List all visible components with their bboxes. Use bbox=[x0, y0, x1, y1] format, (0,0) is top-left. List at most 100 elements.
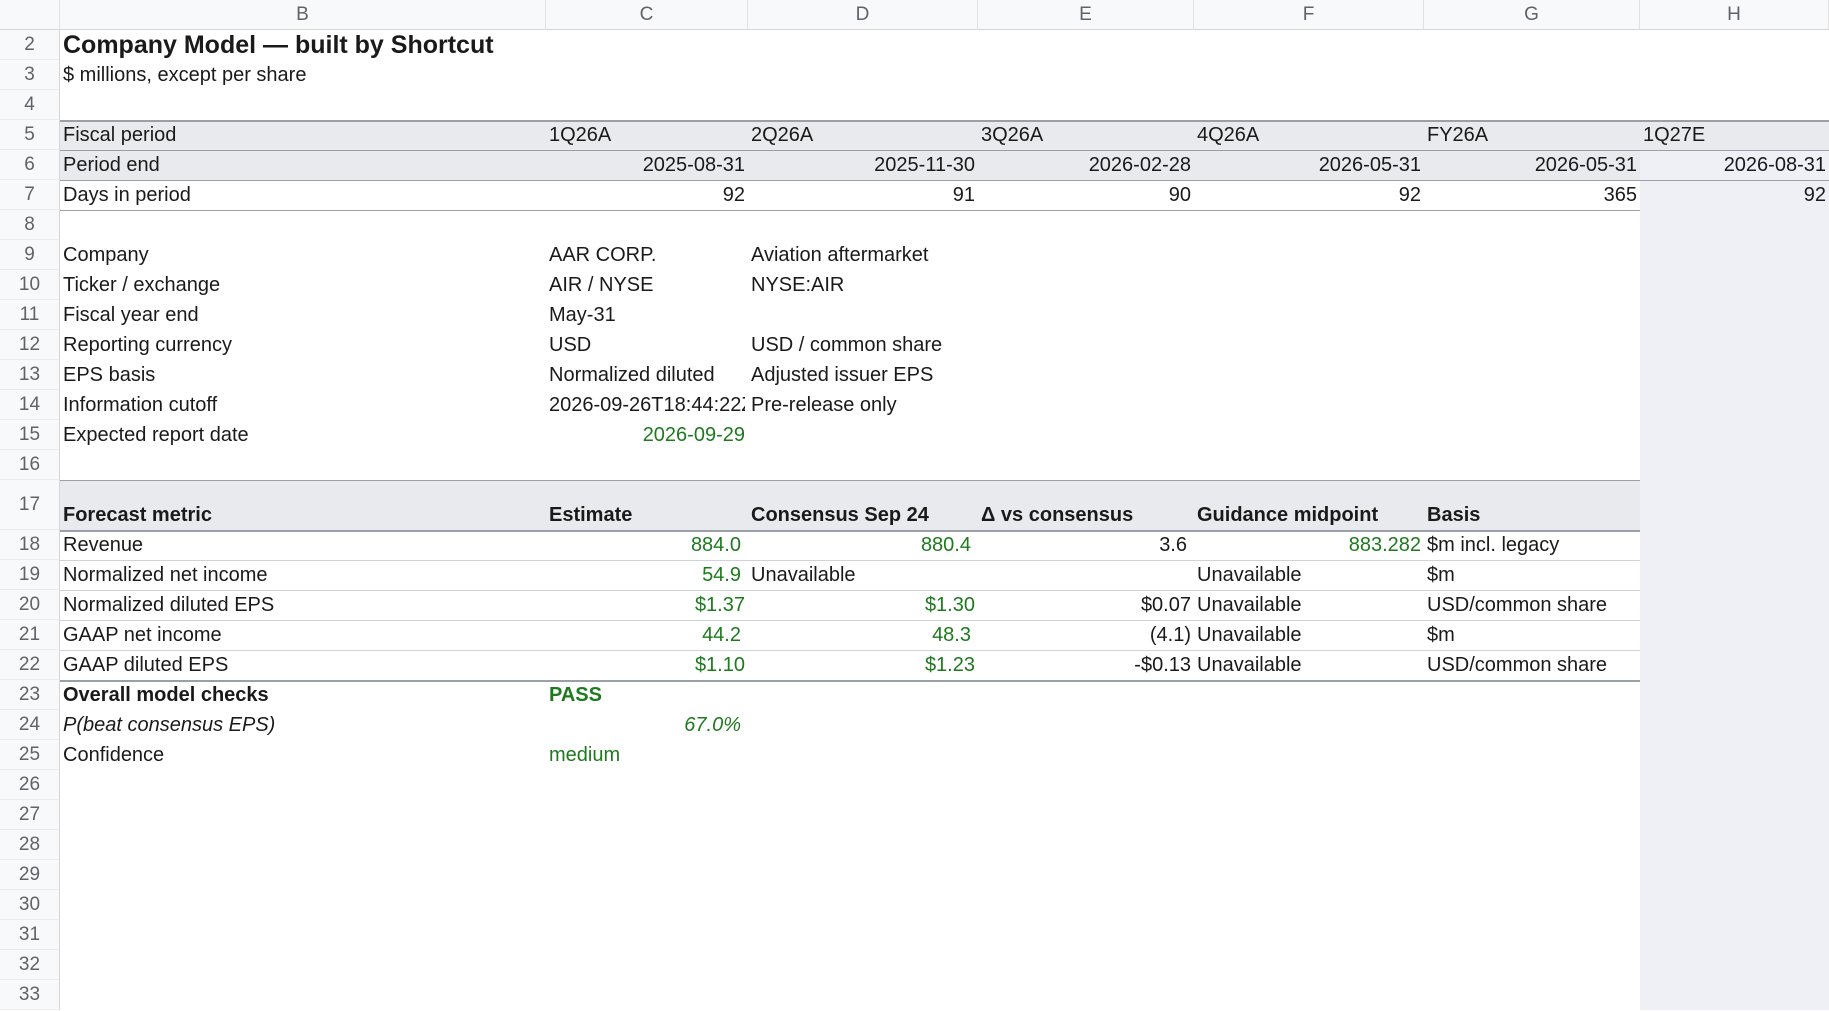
row-header-19[interactable]: 19 bbox=[0, 560, 60, 590]
forecast-consensus-3[interactable]: 48.3 bbox=[751, 620, 971, 650]
info-note-0[interactable]: Aviation aftermarket bbox=[751, 240, 1191, 270]
corner-cell[interactable] bbox=[0, 0, 60, 30]
row-header-13[interactable]: 13 bbox=[0, 360, 60, 390]
forecast-header-4[interactable]: Guidance midpoint bbox=[1197, 500, 1421, 530]
pbeat-value[interactable]: 67.0% bbox=[549, 710, 741, 740]
period-name-2[interactable]: 3Q26A bbox=[981, 120, 1191, 150]
row-header-4[interactable]: 4 bbox=[0, 90, 60, 120]
checks-value[interactable]: PASS bbox=[549, 680, 745, 710]
forecast-header-2[interactable]: Consensus Sep 24 bbox=[751, 500, 975, 530]
forecast-estimate-4[interactable]: $1.10 bbox=[549, 650, 745, 680]
info-value-3[interactable]: USD bbox=[549, 330, 745, 360]
forecast-metric-3[interactable]: GAAP net income bbox=[63, 620, 543, 650]
info-label-2[interactable]: Fiscal year end bbox=[63, 300, 543, 330]
period-end-5[interactable]: 2026-08-31 bbox=[1643, 150, 1826, 180]
row-header-27[interactable]: 27 bbox=[0, 800, 60, 830]
forecast-guidance-4[interactable]: Unavailable bbox=[1197, 650, 1421, 680]
forecast-guidance-0[interactable]: 883.282 bbox=[1197, 530, 1421, 560]
forecast-delta-1[interactable] bbox=[981, 560, 1191, 590]
info-value-1[interactable]: AIR / NYSE bbox=[549, 270, 745, 300]
checks-label[interactable]: Overall model checks bbox=[63, 680, 543, 710]
info-label-4[interactable]: EPS basis bbox=[63, 360, 543, 390]
forecast-basis-2[interactable]: USD/common share bbox=[1427, 590, 1826, 620]
period-name-4[interactable]: FY26A bbox=[1427, 120, 1637, 150]
forecast-delta-2[interactable]: $0.07 bbox=[981, 590, 1191, 620]
forecast-guidance-2[interactable]: Unavailable bbox=[1197, 590, 1421, 620]
column-header-h[interactable]: H bbox=[1640, 0, 1829, 30]
page-title[interactable]: Company Model — built by Shortcut bbox=[63, 30, 975, 60]
info-note-3[interactable]: USD / common share bbox=[751, 330, 1191, 360]
info-value-5[interactable]: 2026-09-26T18:44:22Z bbox=[549, 390, 745, 420]
info-label-0[interactable]: Company bbox=[63, 240, 543, 270]
forecast-guidance-1[interactable]: Unavailable bbox=[1197, 560, 1421, 590]
forecast-consensus-1[interactable]: Unavailable bbox=[751, 560, 971, 590]
info-note-1[interactable]: NYSE:AIR bbox=[751, 270, 1191, 300]
row-header-2[interactable]: 2 bbox=[0, 30, 60, 60]
row-header-11[interactable]: 11 bbox=[0, 300, 60, 330]
forecast-header-1[interactable]: Estimate bbox=[549, 500, 745, 530]
row-header-23[interactable]: 23 bbox=[0, 680, 60, 710]
row-header-16[interactable]: 16 bbox=[0, 450, 60, 480]
period-end-1[interactable]: 2025-11-30 bbox=[751, 150, 975, 180]
forecast-basis-1[interactable]: $m bbox=[1427, 560, 1826, 590]
period-end-3[interactable]: 2026-05-31 bbox=[1197, 150, 1421, 180]
forecast-basis-4[interactable]: USD/common share bbox=[1427, 650, 1826, 680]
forecast-estimate-1[interactable]: 54.9 bbox=[549, 560, 741, 590]
row-header-30[interactable]: 30 bbox=[0, 890, 60, 920]
forecast-estimate-2[interactable]: $1.37 bbox=[549, 590, 745, 620]
info-value-6[interactable]: 2026-09-29 bbox=[549, 420, 745, 450]
period-name-3[interactable]: 4Q26A bbox=[1197, 120, 1421, 150]
column-header-g[interactable]: G bbox=[1424, 0, 1640, 30]
forecast-basis-3[interactable]: $m bbox=[1427, 620, 1826, 650]
forecast-header-3[interactable]: Δ vs consensus bbox=[981, 500, 1191, 530]
row-header-15[interactable]: 15 bbox=[0, 420, 60, 450]
column-header-c[interactable]: C bbox=[546, 0, 748, 30]
row-header-24[interactable]: 24 bbox=[0, 710, 60, 740]
info-note-4[interactable]: Adjusted issuer EPS bbox=[751, 360, 1191, 390]
info-label-5[interactable]: Information cutoff bbox=[63, 390, 543, 420]
forecast-delta-0[interactable]: 3.6 bbox=[981, 530, 1187, 560]
row-header-12[interactable]: 12 bbox=[0, 330, 60, 360]
row-header-17[interactable]: 17 bbox=[0, 480, 60, 530]
forecast-estimate-3[interactable]: 44.2 bbox=[549, 620, 741, 650]
info-label-3[interactable]: Reporting currency bbox=[63, 330, 543, 360]
forecast-delta-3[interactable]: (4.1) bbox=[981, 620, 1191, 650]
column-header-b[interactable]: B bbox=[60, 0, 546, 30]
forecast-guidance-3[interactable]: Unavailable bbox=[1197, 620, 1421, 650]
pbeat-label[interactable]: P(beat consensus EPS) bbox=[63, 710, 543, 740]
row-header-21[interactable]: 21 bbox=[0, 620, 60, 650]
row-header-7[interactable]: 7 bbox=[0, 180, 60, 210]
info-value-4[interactable]: Normalized diluted bbox=[549, 360, 745, 390]
period-name-1[interactable]: 2Q26A bbox=[751, 120, 975, 150]
info-note-2[interactable] bbox=[751, 300, 1191, 330]
row-header-33[interactable]: 33 bbox=[0, 980, 60, 1010]
column-header-e[interactable]: E bbox=[978, 0, 1194, 30]
info-value-0[interactable]: AAR CORP. bbox=[549, 240, 745, 270]
forecast-consensus-4[interactable]: $1.23 bbox=[751, 650, 975, 680]
row-header-28[interactable]: 28 bbox=[0, 830, 60, 860]
forecast-basis-0[interactable]: $m incl. legacy bbox=[1427, 530, 1826, 560]
period-days-4[interactable]: 365 bbox=[1427, 180, 1637, 210]
info-label-1[interactable]: Ticker / exchange bbox=[63, 270, 543, 300]
row-header-6[interactable]: 6 bbox=[0, 150, 60, 180]
row-header-10[interactable]: 10 bbox=[0, 270, 60, 300]
confidence-label[interactable]: Confidence bbox=[63, 740, 543, 770]
info-value-2[interactable]: May-31 bbox=[549, 300, 745, 330]
period-days-5[interactable]: 92 bbox=[1643, 180, 1826, 210]
row-header-32[interactable]: 32 bbox=[0, 950, 60, 980]
forecast-metric-2[interactable]: Normalized diluted EPS bbox=[63, 590, 543, 620]
period-end-0[interactable]: 2025-08-31 bbox=[549, 150, 745, 180]
column-header-f[interactable]: F bbox=[1194, 0, 1424, 30]
row-header-26[interactable]: 26 bbox=[0, 770, 60, 800]
row-header-22[interactable]: 22 bbox=[0, 650, 60, 680]
period-end-4[interactable]: 2026-05-31 bbox=[1427, 150, 1637, 180]
row-header-25[interactable]: 25 bbox=[0, 740, 60, 770]
page-subtitle[interactable]: $ millions, except per share bbox=[63, 60, 975, 90]
info-note-5[interactable]: Pre-release only bbox=[751, 390, 1191, 420]
row-header-29[interactable]: 29 bbox=[0, 860, 60, 890]
row-header-8[interactable]: 8 bbox=[0, 210, 60, 240]
confidence-value[interactable]: medium bbox=[549, 740, 745, 770]
forecast-estimate-0[interactable]: 884.0 bbox=[549, 530, 741, 560]
period-end-2[interactable]: 2026-02-28 bbox=[981, 150, 1191, 180]
forecast-header-0[interactable]: Forecast metric bbox=[63, 500, 543, 530]
